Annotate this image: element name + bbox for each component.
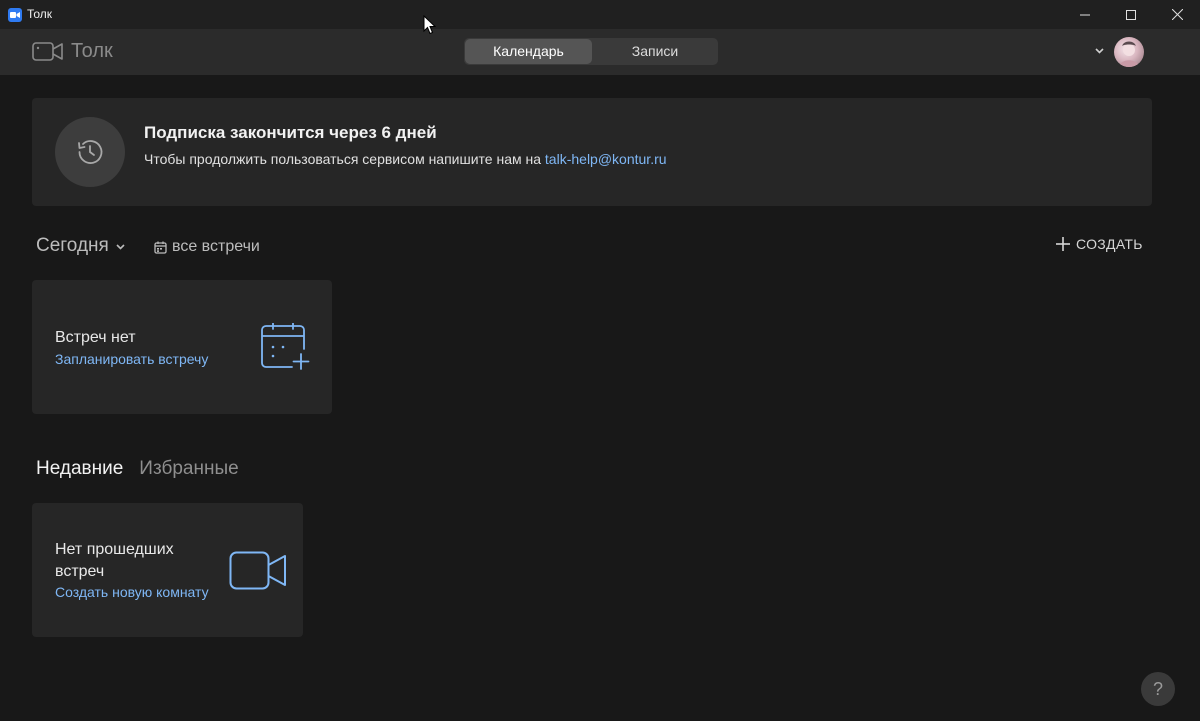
section-tabs: Недавние Избранные <box>36 458 239 480</box>
no-meetings-title: Встреч нет <box>55 329 136 346</box>
subscription-banner: Подписка закончится через 6 дней Чтобы п… <box>32 98 1152 206</box>
avatar-image <box>1119 41 1139 67</box>
create-label: СОЗДАТЬ <box>1076 236 1143 252</box>
app-icon <box>8 8 22 22</box>
logo-text: Толк <box>71 40 113 62</box>
app-header: Толк Календарь Записи <box>0 29 1200 75</box>
all-meetings-link[interactable]: все встречи <box>154 238 260 256</box>
create-meeting-button[interactable]: СОЗДАТЬ <box>1056 236 1143 252</box>
close-button[interactable] <box>1154 0 1200 29</box>
app-logo[interactable]: Толк <box>32 40 113 63</box>
tab-calendar[interactable]: Календарь <box>465 39 592 64</box>
chevron-down-icon[interactable] <box>1094 45 1105 56</box>
create-room-link[interactable]: Создать новую комнату <box>55 584 209 600</box>
no-recent-title-line2: встреч <box>55 563 105 580</box>
main-tabs: Календарь Записи <box>464 38 718 65</box>
no-recent-title-line1: Нет прошедших <box>55 541 174 558</box>
history-clock-icon <box>78 140 103 164</box>
window-titlebar: Толк <box>0 0 1200 30</box>
clock-badge <box>55 117 125 187</box>
video-camera-icon <box>229 551 286 590</box>
tab-recordings[interactable]: Записи <box>592 38 718 65</box>
close-icon <box>1171 9 1183 20</box>
video-camera-icon <box>32 42 63 61</box>
window-title: Толк <box>27 7 53 21</box>
no-recent-card: Нет прошедших встреч Создать новую комна… <box>32 503 303 637</box>
user-avatar[interactable] <box>1114 37 1144 67</box>
today-selector[interactable]: Сегодня <box>36 235 126 257</box>
support-email-link[interactable]: talk-help@kontur.ru <box>545 151 667 167</box>
schedule-meeting-link[interactable]: Запланировать встречу <box>55 351 208 367</box>
subscription-message: Чтобы продолжить пользоваться сервисом н… <box>144 151 545 167</box>
tab-recent[interactable]: Недавние <box>36 458 123 480</box>
maximize-button[interactable] <box>1108 0 1154 29</box>
subscription-title: Подписка закончится через 6 дней <box>144 123 437 142</box>
mouse-cursor-icon <box>423 15 436 35</box>
minimize-icon <box>1080 14 1090 15</box>
no-meetings-card: Встреч нет Запланировать встречу <box>32 280 332 414</box>
today-label: Сегодня <box>36 235 109 256</box>
calendar-add-icon <box>261 323 310 370</box>
subscription-text: Чтобы продолжить пользоваться сервисом н… <box>144 151 667 167</box>
plus-icon <box>1056 237 1070 251</box>
minimize-button[interactable] <box>1062 0 1108 29</box>
maximize-icon <box>1126 9 1136 20</box>
help-button[interactable]: ? <box>1141 672 1175 706</box>
chevron-down-icon <box>116 243 125 250</box>
all-meetings-label: все встречи <box>172 238 260 255</box>
calendar-icon <box>154 241 167 254</box>
tab-favorites[interactable]: Избранные <box>139 458 238 480</box>
